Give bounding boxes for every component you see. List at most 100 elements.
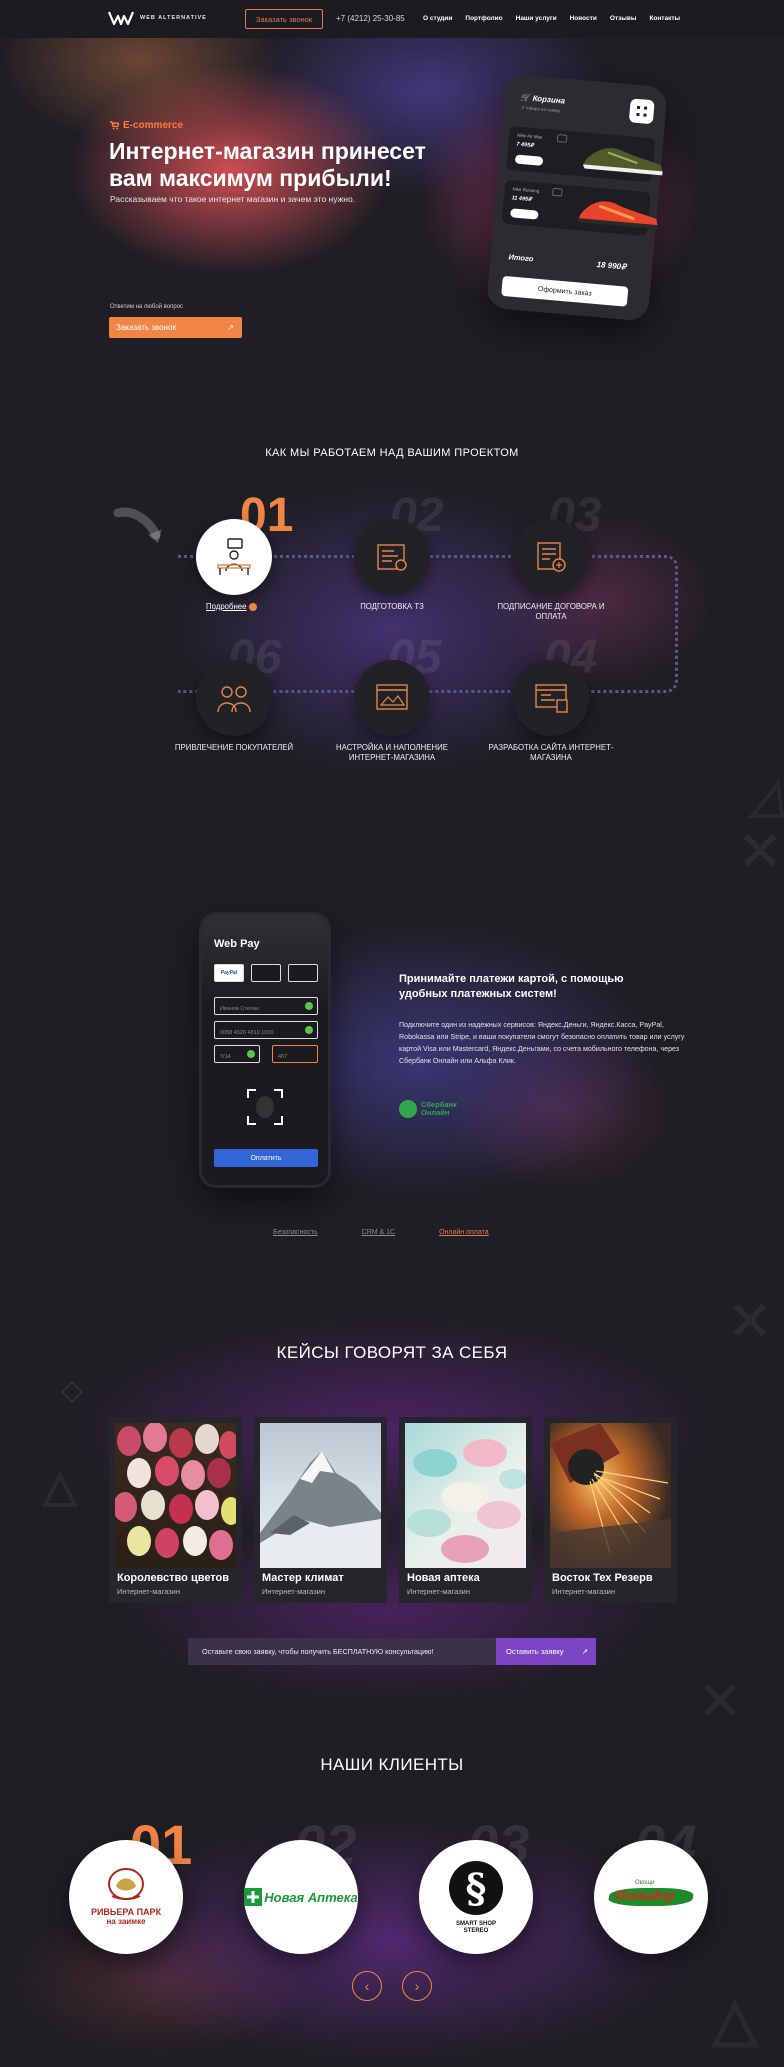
cases-title: КЕЙСЫ ГОВОРЯТ ЗА СЕБЯ: [276, 1343, 508, 1362]
product-price: 11 495₽: [511, 195, 532, 204]
carousel-prev-button[interactable]: ‹: [352, 1971, 382, 2001]
website-dev-icon: [535, 684, 568, 713]
order-button[interactable]: Оформить заказ: [501, 275, 629, 307]
case-name: Восток Тех Резерв: [552, 1572, 653, 1584]
header-call-button[interactable]: Заказать звонок: [245, 9, 323, 29]
case-card[interactable]: Новая аптека Интернет-магазин: [399, 1417, 532, 1603]
logo[interactable]: WEB ALTERNATIVE: [108, 10, 207, 26]
step-label: НАСТРОЙКА И НАПОЛНЕНИЕ ИНТЕРНЕТ-МАГАЗИНА: [336, 743, 448, 762]
step-circle-spec[interactable]: [354, 519, 430, 595]
triangle-decoration-icon: [748, 780, 784, 818]
cta-text: Оставьте свою заявку, чтобы получить БЕС…: [202, 1647, 434, 1656]
apteka-logo: Новая Аптека: [244, 1888, 358, 1906]
check-icon: [305, 1002, 313, 1010]
chevron-right-icon: ›: [414, 1978, 420, 1994]
card-number-field[interactable]: 0058 4526 4810 1030: [214, 1021, 318, 1039]
riviera-logo-text: РИВЬЕРА ПАРК: [90, 1907, 162, 1917]
cross-decoration-icon: [703, 1683, 737, 1717]
tulips-image: [115, 1423, 236, 1560]
payment-phone-mockup: Web Pay PayPal Иванов Степан 0058 4526 4…: [202, 915, 328, 1185]
step-circle-customers[interactable]: [196, 660, 272, 736]
browser-image-icon: [376, 684, 408, 710]
tab-security[interactable]: Безопасность: [273, 1229, 318, 1236]
pay-button[interactable]: Оплатить: [214, 1149, 318, 1167]
riviera-emblem-icon: [108, 1868, 144, 1900]
paypal-card[interactable]: PayPal: [214, 964, 244, 982]
client-logo-pomidor[interactable]: Овощи Помидор: [594, 1840, 708, 1954]
quantity-stepper[interactable]: [514, 154, 544, 166]
case-name: Королевство цветов: [117, 1572, 230, 1584]
more-link[interactable]: Подробнее: [206, 602, 258, 611]
tab-crm[interactable]: CRM & 1C: [362, 1229, 395, 1236]
pomidor-logo: Овощи Помидор: [607, 1880, 695, 1914]
leave-request-button[interactable]: Оставить заявку ↗: [496, 1638, 596, 1665]
payment-tabs: Безопасность CRM & 1C Онлайн оплата: [273, 1229, 489, 1236]
case-card[interactable]: Восток Тех Резерв Интернет-магазин: [544, 1417, 677, 1603]
header-phone[interactable]: +7 (4212) 25-30-85: [336, 14, 405, 23]
smart-shop-emblem-icon: §: [449, 1860, 503, 1915]
nav-item-services[interactable]: Наши услуги: [516, 15, 557, 22]
cart-title-text: Корзина: [532, 93, 566, 106]
leave-request-label: Оставить заявку: [506, 1647, 564, 1656]
hero-call-button[interactable]: Заказать звонок ↗: [109, 317, 242, 338]
expiry-value: 7/14: [220, 1054, 231, 1060]
tab-online-payment[interactable]: Онлайн оплата: [439, 1229, 489, 1236]
hero-subtitle: Рассказываем что такое интернет магазин …: [110, 194, 356, 204]
nav-item-news[interactable]: Новости: [570, 15, 597, 22]
pomidor-logo-sub: Овощи: [635, 1880, 655, 1886]
step-label: ПОДПИСАНИЕ ДОГОВОРА И ОПЛАТА: [497, 602, 605, 621]
hero-call-button-label: Заказать звонок: [116, 323, 176, 332]
case-card[interactable]: Королевство цветов Интернет-магазин: [109, 1417, 242, 1603]
case-image-flowers: [115, 1423, 236, 1568]
svg-text:§: §: [466, 1865, 487, 1912]
step-circle-contract[interactable]: [513, 519, 589, 595]
candy-pills-image: [407, 1439, 526, 1563]
step-label: ПРИВЛЕЧЕНИЕ ПОКУПАТЕЛЕЙ: [174, 743, 294, 752]
case-type: Интернет-магазин: [262, 1587, 325, 1596]
sber-line2: Онлайн: [421, 1108, 450, 1117]
main-nav: О студии Портфолио Наши услуги Новости О…: [423, 15, 680, 22]
step-circle-development[interactable]: [513, 660, 589, 736]
expiry-field[interactable]: 7/14: [214, 1045, 260, 1063]
quantity-stepper[interactable]: [510, 208, 539, 220]
cvv-value: 467: [278, 1054, 288, 1060]
grinder-sparks-image: [550, 1423, 671, 1568]
nav-item-reviews[interactable]: Отзывы: [610, 15, 637, 22]
name-field[interactable]: Иванов Степан: [214, 997, 318, 1015]
cart-phone-mockup: 🛒 Корзина 2 товара на сумму Nike Air Max…: [486, 73, 668, 322]
consultation-cta: Оставьте свою заявку, чтобы получить БЕС…: [188, 1638, 596, 1665]
card-option[interactable]: [288, 964, 318, 982]
client-logo-riviera[interactable]: РИВЬЕРА ПАРК на заимке: [69, 1840, 183, 1954]
sberbank-online-logo: Сбербанк Онлайн: [399, 1100, 457, 1118]
client-logo-smart-shop[interactable]: § SMART SHOP STEREO: [419, 1840, 533, 1954]
clients-title: НАШИ КЛИЕНТЫ: [320, 1755, 464, 1774]
more-link-label: Подробнее: [206, 602, 247, 611]
nav-item-portfolio[interactable]: Портфолио: [465, 15, 502, 22]
case-image-pharmacy: [405, 1423, 526, 1568]
triangle-decoration-icon: [41, 1470, 79, 1507]
step-circle-consultation[interactable]: [196, 519, 272, 595]
curved-arrow-icon: [113, 507, 162, 543]
case-type: Интернет-магазин: [117, 1587, 180, 1596]
remove-icon[interactable]: [552, 187, 563, 197]
cart-icon: 🛒: [520, 92, 534, 103]
cart-total-value: 18 990₽: [596, 259, 627, 272]
carousel-next-button[interactable]: ›: [402, 1971, 432, 2001]
arrow-up-right-icon: ↗: [581, 1647, 588, 1656]
cart-product: Nike Air Max 7 495₽: [506, 125, 663, 183]
step-label: ПОДГОТОВКА ТЗ: [360, 602, 424, 611]
chevron-left-icon: ‹: [364, 1978, 370, 1994]
case-card[interactable]: Мастер климат Интернет-магазин: [254, 1417, 387, 1603]
product-name: Nike Running: [512, 186, 540, 194]
nav-item-contacts[interactable]: Контакты: [649, 15, 680, 22]
step-circle-setup[interactable]: [354, 660, 430, 736]
card-option[interactable]: [251, 964, 281, 982]
remove-icon[interactable]: [556, 134, 568, 143]
nav-item-about[interactable]: О студии: [423, 15, 452, 22]
name-field-value: Иванов Степан: [220, 1006, 259, 1012]
cvv-field[interactable]: 467: [272, 1045, 318, 1063]
fingerprint-scan-icon: [247, 1089, 283, 1125]
case-name: Мастер климат: [262, 1572, 344, 1584]
client-logo-novaya-apteka[interactable]: Новая Аптека: [244, 1840, 358, 1954]
apteka-cross-icon: [244, 1888, 263, 1906]
